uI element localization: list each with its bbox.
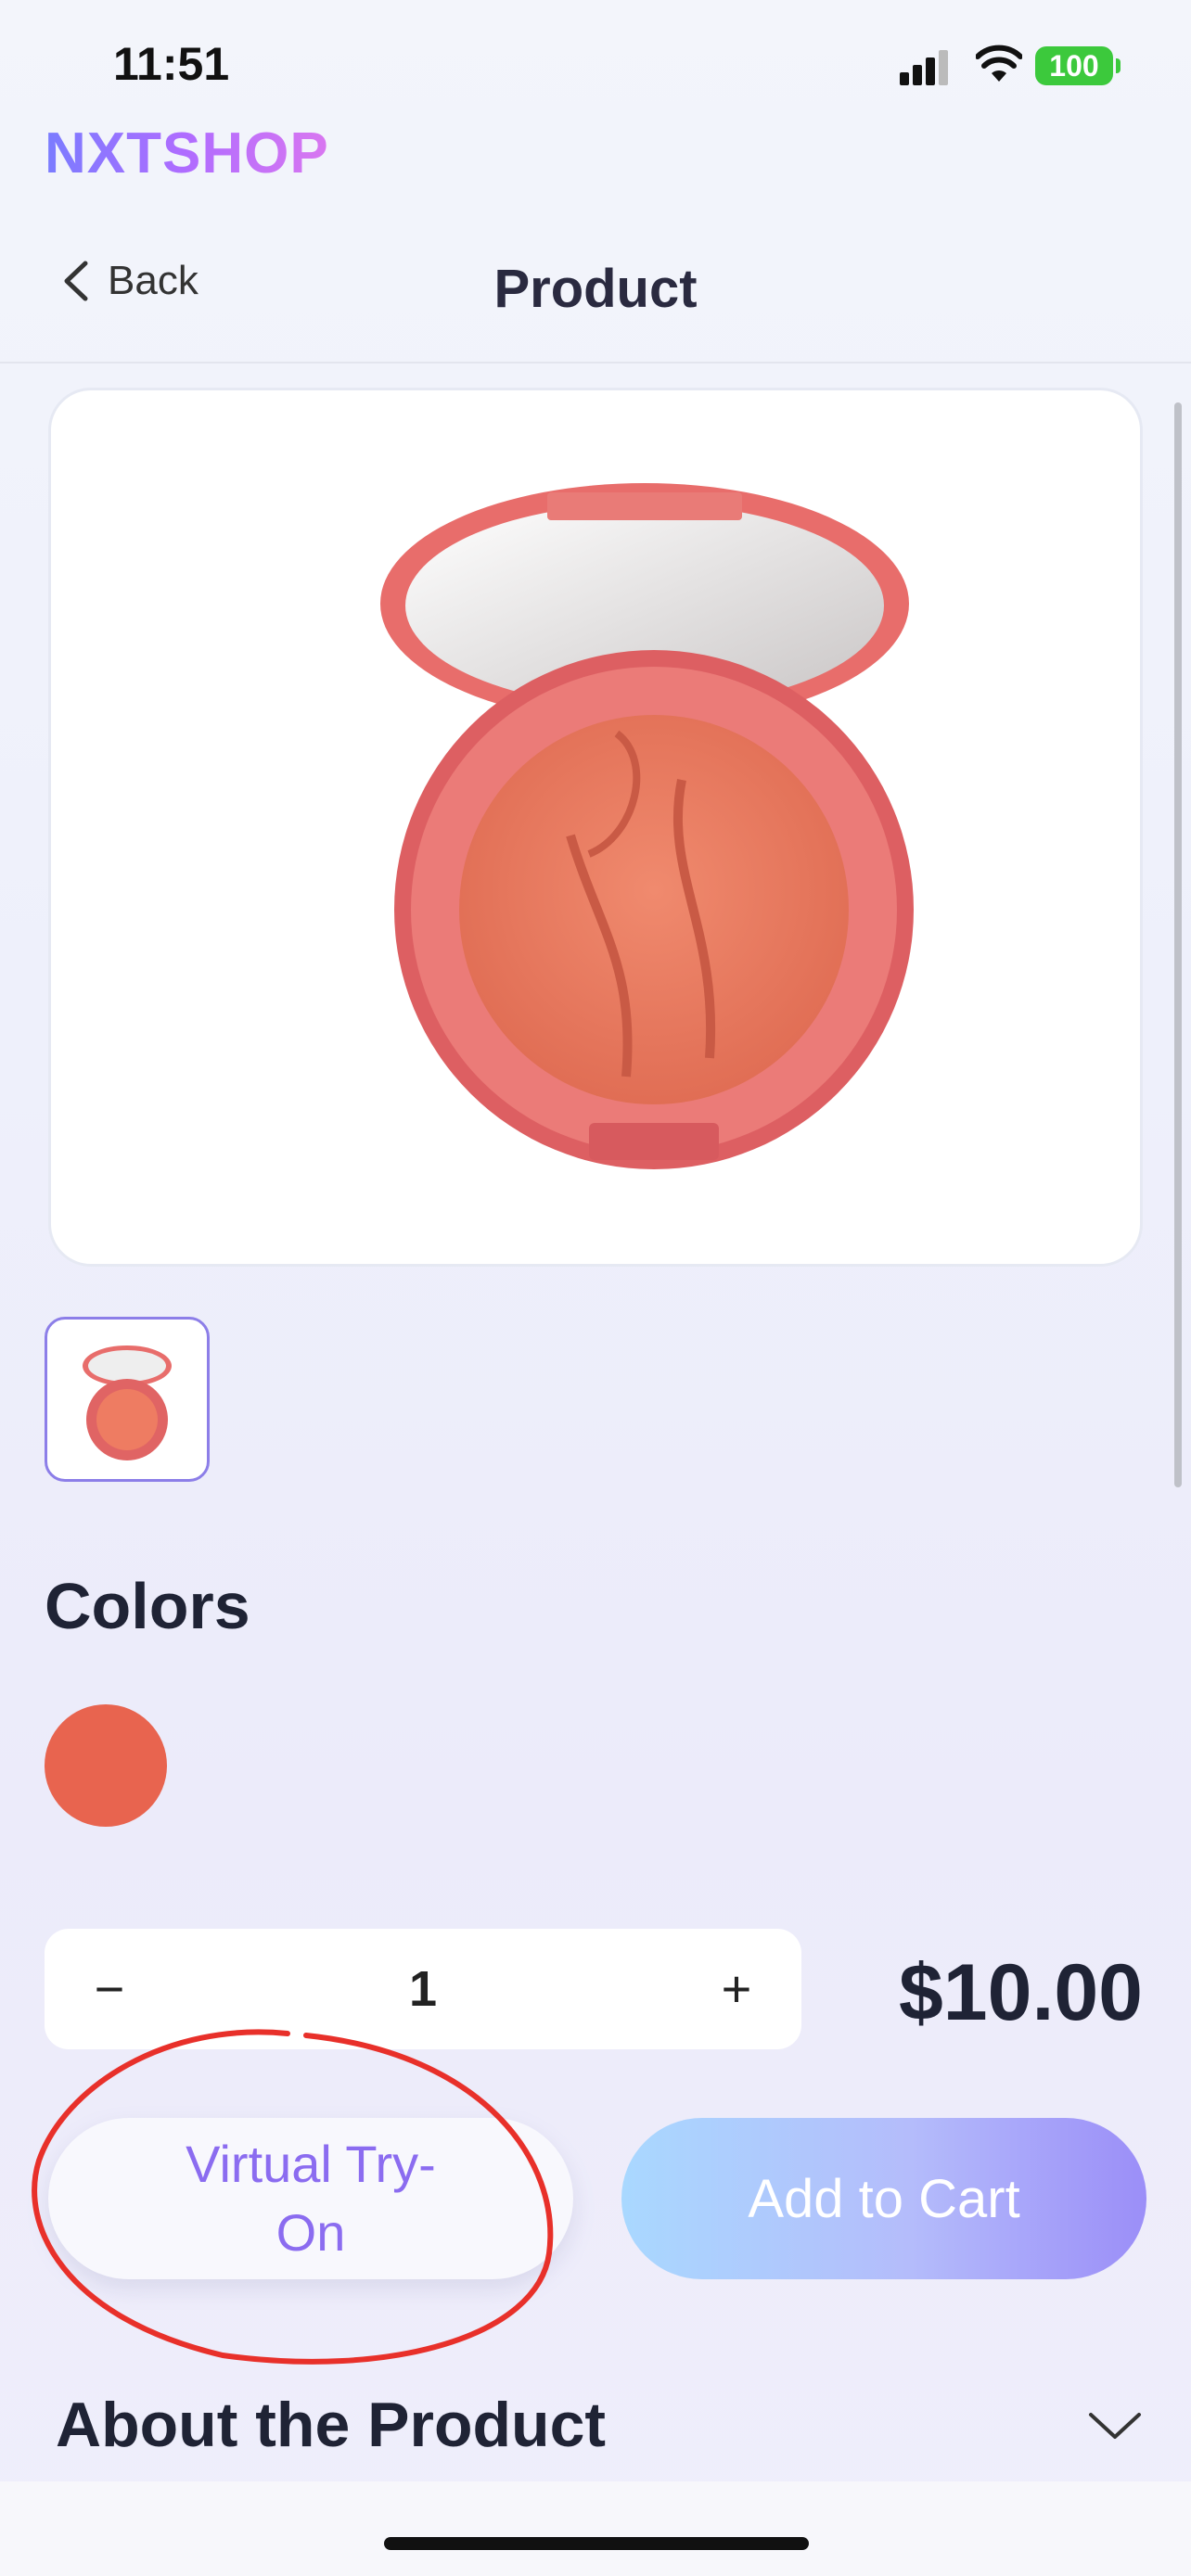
quantity-value: 1 xyxy=(408,1961,438,2017)
quantity-stepper: − 1 + xyxy=(45,1929,801,2049)
bottom-safe-area xyxy=(0,2481,1191,2576)
home-indicator[interactable] xyxy=(384,2537,809,2550)
brand-logo: NXTSHOP xyxy=(45,121,329,185)
virtual-try-on-button[interactable]: Virtual Try-On xyxy=(48,2118,573,2279)
color-swatch[interactable] xyxy=(45,1704,167,1827)
page-title: Product xyxy=(493,259,698,319)
decrease-quantity-button[interactable]: − xyxy=(72,1951,147,2027)
about-product-heading[interactable]: About the Product xyxy=(56,2389,606,2461)
add-to-cart-button[interactable]: Add to Cart xyxy=(621,2118,1146,2279)
cellular-signal-icon xyxy=(900,50,948,85)
add-to-cart-label: Add to Cart xyxy=(748,2168,1020,2229)
product-thumbnail[interactable] xyxy=(45,1317,210,1482)
product-image-card[interactable] xyxy=(48,388,1143,1267)
status-time: 11:51 xyxy=(113,38,230,90)
chevron-down-icon[interactable] xyxy=(1087,2407,1143,2444)
status-bar: 11:51 100 xyxy=(0,0,1191,130)
product-image xyxy=(380,483,914,1169)
wifi-icon xyxy=(976,45,1022,82)
scrollbar[interactable] xyxy=(1174,402,1182,1487)
product-price: $10.00 xyxy=(898,1948,1143,2037)
nav-bar: Back Product xyxy=(0,213,1191,363)
increase-quantity-button[interactable]: + xyxy=(699,1951,774,2027)
thumbnail-image xyxy=(83,1345,172,1460)
colors-heading: Colors xyxy=(45,1570,250,1642)
virtual-try-on-label: Virtual Try-On xyxy=(186,2135,436,2262)
battery-indicator: 100 xyxy=(1035,46,1121,85)
